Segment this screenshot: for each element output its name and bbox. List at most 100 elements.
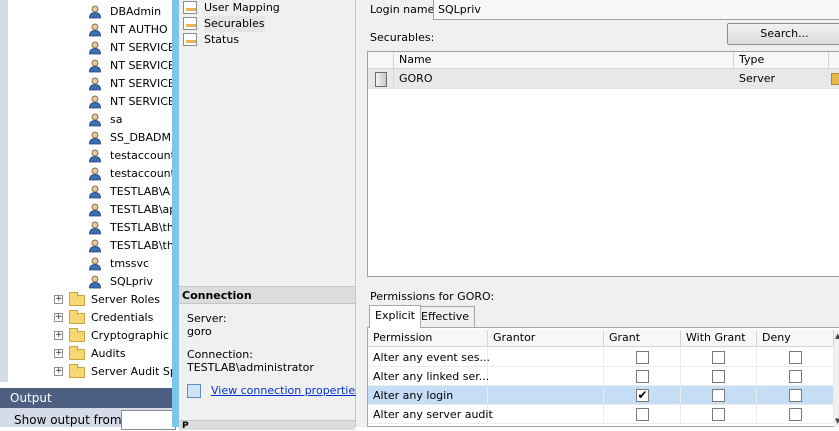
page-selector: User Mapping Securables Status Connectio… [179, 0, 361, 431]
permission-row[interactable]: Alter any login ✔ [368, 386, 834, 405]
permission-row[interactable]: Alter any server audit [368, 405, 834, 424]
tree-item-label: Server Audit Sp [91, 365, 172, 378]
permissions-label: Permissions for GORO: [370, 290, 495, 303]
deny-checkbox[interactable] [789, 370, 802, 383]
tree-item-label: NT SERVICE [110, 59, 172, 72]
tree-item-label: NT SERVICE [110, 41, 172, 54]
tree-item-label: testaccount [110, 167, 172, 180]
user-icon [89, 23, 101, 37]
connection-section-title: Connection [179, 286, 355, 304]
column-header-deny[interactable]: Deny [757, 330, 834, 347]
cell-with-grant [681, 348, 757, 367]
tree-item-label: NT SERVICE [110, 95, 172, 108]
column-header-grant[interactable]: Grant [604, 330, 681, 347]
page-icon [183, 1, 197, 14]
column-header-with-grant[interactable]: With Grant [681, 330, 757, 347]
cell-permission: Alter any linked ser... [368, 367, 489, 386]
page-label: User Mapping [204, 1, 280, 14]
server-label: Server: [187, 312, 227, 325]
cell-grant: ✔ [604, 386, 681, 405]
permission-row[interactable]: Alter any event ses... [368, 348, 834, 367]
tab-effective[interactable]: Effective [415, 306, 475, 327]
tree-item-label: SQLpriv [110, 275, 153, 288]
column-header-permission[interactable]: Permission [368, 330, 488, 347]
expand-icon[interactable]: + [54, 367, 63, 376]
cell-grant [604, 405, 681, 424]
permissions-grid: Permission Grantor Grant With Grant Deny… [367, 327, 839, 427]
row-header-column [368, 52, 394, 69]
cell-permission: Alter any login [368, 386, 488, 405]
tree-item-label: NT SERVICE [110, 77, 172, 90]
securables-page: Login name: SQLpriv Securables: Search..… [356, 0, 839, 427]
securables-label: Securables: [370, 31, 435, 44]
permissions-tabs: Explicit Effective Permission Grantor Gr… [367, 305, 839, 427]
expand-icon[interactable]: + [54, 349, 63, 358]
connection-label: Connection: [187, 348, 253, 361]
explorer-scrollbar[interactable] [0, 0, 8, 382]
deny-checkbox[interactable] [789, 351, 802, 364]
login-name-field[interactable]: SQLpriv [433, 0, 839, 20]
column-header-grantor[interactable]: Grantor [488, 330, 604, 347]
dialog-frame-border [172, 0, 179, 427]
tree-item-label: sa [110, 113, 123, 126]
column-header-type[interactable]: Type [734, 52, 829, 69]
user-icon [89, 41, 101, 55]
tab-explicit[interactable]: Explicit [369, 305, 421, 328]
cell-deny [757, 367, 834, 386]
tree-item-label: NT AUTHO [110, 23, 168, 36]
tree-item-label: TESTLAB\A [110, 185, 171, 198]
server-icon [375, 72, 387, 87]
cell-grantor [488, 367, 604, 386]
securable-name: GORO [399, 72, 433, 85]
user-icon [89, 203, 101, 217]
with-grant-checkbox[interactable] [712, 408, 725, 421]
grant-checkbox[interactable] [636, 408, 649, 421]
page-icon [183, 33, 197, 46]
cell-with-grant [681, 405, 757, 424]
column-header-name[interactable]: Name [394, 52, 734, 69]
user-icon [89, 5, 101, 19]
tree-item-label: testaccount [110, 149, 172, 162]
object-explorer: DBAdmin NT AUTHO NT SERVICE NT SERVICE NT SE… [0, 0, 172, 382]
expand-icon[interactable]: + [54, 313, 63, 322]
tree-item-label: TESTLAB\th [110, 239, 172, 252]
permissions-scrollbar[interactable] [834, 330, 839, 427]
cell-deny [757, 348, 834, 367]
page-icon [183, 17, 197, 30]
with-grant-checkbox[interactable] [712, 389, 725, 402]
user-icon [89, 275, 101, 289]
tree-item-label: DBAdmin [110, 5, 162, 18]
progress-section-title: P [179, 420, 355, 431]
grant-checkbox[interactable]: ✔ [636, 389, 649, 402]
cell-permission: Alter any event ses... [368, 348, 490, 367]
row-header [368, 69, 394, 89]
user-icon [89, 95, 101, 109]
with-grant-checkbox[interactable] [712, 351, 725, 364]
folder-icon [69, 346, 85, 360]
grant-checkbox[interactable] [636, 351, 649, 364]
cell-grantor [488, 348, 604, 367]
view-connection-properties-link[interactable]: View connection properties [211, 384, 361, 397]
expand-icon[interactable]: + [54, 295, 63, 304]
folder-icon [69, 364, 85, 378]
search-button[interactable]: Search... [727, 23, 839, 45]
grant-checkbox[interactable] [636, 370, 649, 383]
output-source-select[interactable] [121, 410, 176, 430]
expand-icon[interactable]: + [54, 331, 63, 340]
user-icon [89, 239, 101, 253]
deny-checkbox[interactable] [789, 389, 802, 402]
tree-item-label: Credentials [91, 311, 154, 324]
securable-row[interactable]: GORO Server [368, 69, 839, 89]
user-icon [89, 113, 101, 127]
login-name-label: Login name: [370, 3, 439, 16]
tree-item-label: TESTLAB\ap [110, 203, 172, 216]
cell-grantor [488, 386, 604, 405]
connection-properties-icon [187, 384, 201, 398]
with-grant-checkbox[interactable] [712, 370, 725, 383]
deny-checkbox[interactable] [789, 408, 802, 421]
cell-grant [604, 367, 681, 386]
cell-deny [757, 386, 834, 405]
permission-row[interactable]: Alter any linked ser... [368, 367, 834, 386]
user-icon [89, 185, 101, 199]
folder-icon [69, 292, 85, 306]
